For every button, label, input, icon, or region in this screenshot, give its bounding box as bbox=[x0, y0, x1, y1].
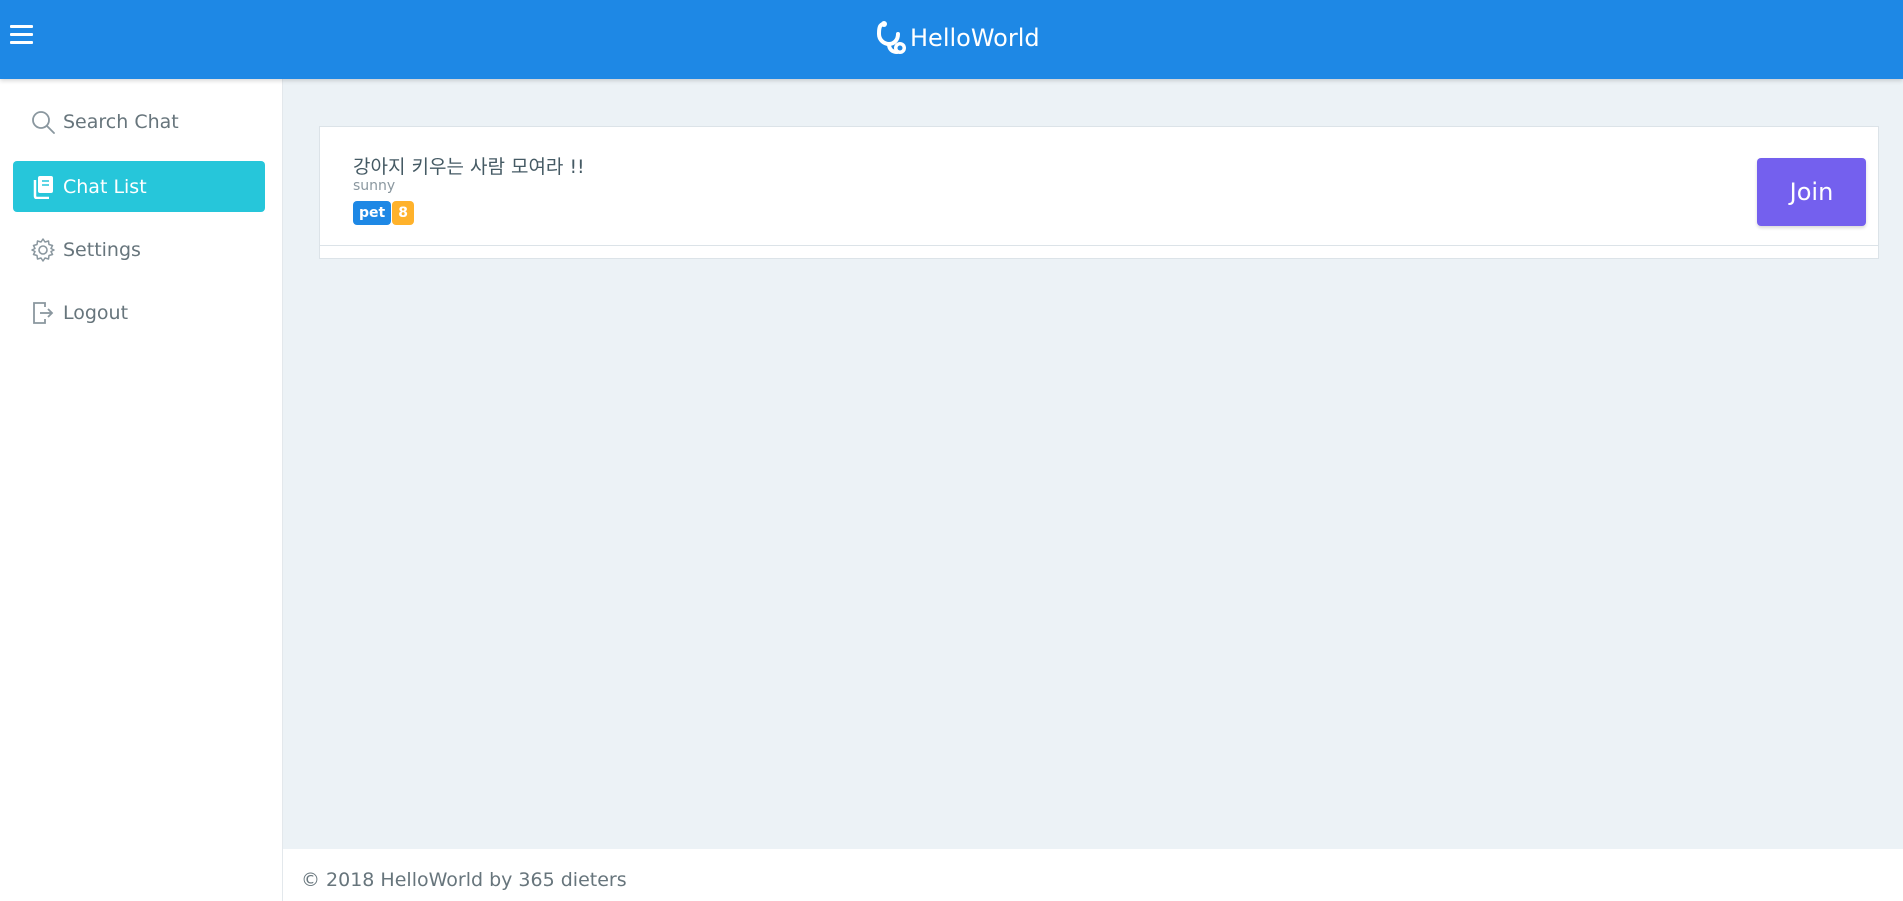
brand-name: HelloWorld bbox=[910, 24, 1040, 52]
sidebar: Search Chat Chat List Settings Logout bbox=[0, 79, 283, 901]
sidebar-item-label: Chat List bbox=[63, 175, 147, 198]
chat-room-owner: sunny bbox=[353, 178, 396, 194]
sidebar-item-label: Search Chat bbox=[63, 110, 179, 133]
logout-icon bbox=[29, 299, 57, 327]
sidebar-item-settings[interactable]: Settings bbox=[13, 224, 265, 275]
brand-logo[interactable]: HelloWorld bbox=[876, 19, 1040, 57]
chat-room-title: 강아지 키우는 사람 모여라 !! bbox=[353, 156, 585, 178]
sidebar-item-logout[interactable]: Logout bbox=[13, 287, 265, 338]
join-button[interactable]: Join bbox=[1757, 158, 1866, 226]
gear-icon bbox=[29, 236, 57, 264]
sidebar-item-search-chat[interactable]: Search Chat bbox=[13, 96, 265, 147]
chat-list-icon bbox=[29, 173, 57, 201]
footer-copyright: © 2018 HelloWorld by 365 dieters bbox=[301, 869, 627, 891]
stethoscope-logo-icon bbox=[876, 21, 906, 54]
search-icon bbox=[29, 108, 57, 136]
chat-room-badges: pet 8 bbox=[353, 201, 414, 225]
sidebar-item-chat-list[interactable]: Chat List bbox=[13, 161, 265, 212]
tag-badge: pet bbox=[353, 201, 392, 225]
member-count-badge: 8 bbox=[392, 201, 414, 225]
sidebar-item-label: Logout bbox=[63, 301, 129, 324]
top-navbar: HelloWorld bbox=[0, 0, 1903, 79]
chat-list-card: 강아지 키우는 사람 모여라 !! sunny pet 8 Join bbox=[319, 126, 1879, 259]
footer: © 2018 HelloWorld by 365 dieters bbox=[283, 849, 1903, 901]
sidebar-item-label: Settings bbox=[63, 238, 141, 261]
hamburger-menu-icon[interactable] bbox=[10, 25, 33, 45]
chat-room-row: 강아지 키우는 사람 모여라 !! sunny pet 8 Join bbox=[320, 127, 1878, 246]
